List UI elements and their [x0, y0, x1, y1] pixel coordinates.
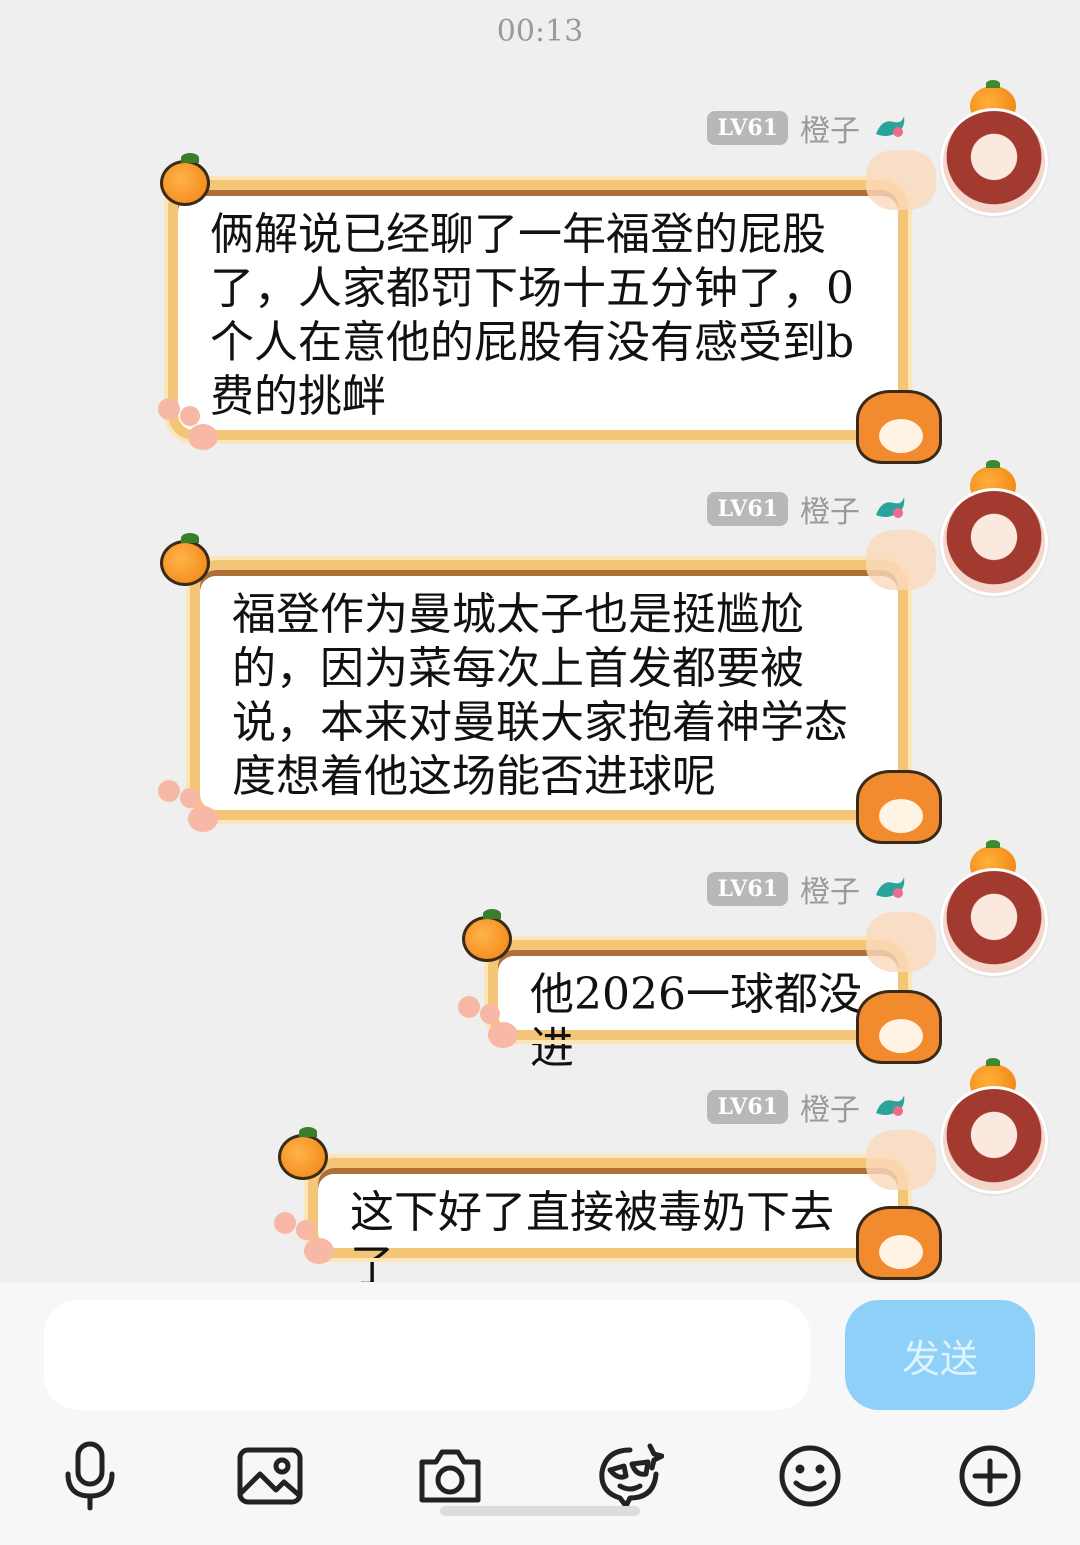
- mic-icon[interactable]: [54, 1440, 126, 1512]
- fox-sticker-icon: [856, 770, 942, 844]
- sender-name[interactable]: 橙子: [800, 487, 860, 531]
- fox-sticker-icon: [856, 390, 942, 464]
- message-bubble[interactable]: 俩解说已经聊了一年福登的屁股 了，人家都罚下场十五分钟了，0 个人在意他的屁股有…: [164, 176, 912, 444]
- send-button[interactable]: 发送: [845, 1300, 1035, 1410]
- orange-sticker-icon: [278, 1127, 328, 1180]
- paw-icon: [158, 398, 222, 452]
- message-text: 俩解说已经聊了一年福登的屁股 了，人家都罚下场十五分钟了，0 个人在意他的屁股有…: [210, 209, 855, 422]
- paw-icon: [274, 1212, 338, 1266]
- message-bubble[interactable]: 福登作为曼城太子也是挺尴尬 的，因为菜每次上首发都要被 说，本来对曼联大家抱着神…: [186, 556, 912, 824]
- sender-meta: LV61 橙子: [707, 867, 908, 911]
- sender-name[interactable]: 橙子: [800, 106, 860, 150]
- emoji-icon[interactable]: [774, 1440, 846, 1512]
- dragon-badge-icon: [876, 877, 905, 898]
- orange-sticker-icon: [160, 153, 210, 206]
- level-badge: LV61: [707, 1090, 788, 1124]
- fox-sticker-icon: [856, 1206, 942, 1280]
- sender-name[interactable]: 橙子: [800, 867, 860, 911]
- composer-bar: 发送: [0, 1282, 1080, 1545]
- message-text: 福登作为曼城太子也是挺尴尬 的，因为菜每次上首发都要被 说，本来对曼联大家抱着神…: [232, 589, 848, 802]
- message-text: 他2026一球都没进: [530, 969, 862, 1074]
- sender-meta: LV61 橙子: [707, 487, 908, 531]
- avatar[interactable]: [940, 108, 1048, 216]
- timestamp: 00:13: [496, 14, 584, 49]
- plus-icon[interactable]: [954, 1440, 1026, 1512]
- sender-meta: LV61 橙子: [707, 1085, 908, 1129]
- avatar[interactable]: [940, 868, 1048, 976]
- sticker-icon[interactable]: [594, 1440, 666, 1512]
- level-badge: LV61: [707, 492, 788, 526]
- dragon-badge-icon: [876, 1095, 905, 1116]
- message-bubble[interactable]: 他2026一球都没进: [484, 936, 912, 1074]
- fox-ghost-icon: [866, 150, 936, 210]
- sender-name[interactable]: 橙子: [800, 1085, 860, 1129]
- message-bubble[interactable]: 这下好了直接被毒奶下去了: [304, 1154, 912, 1292]
- fox-ghost-icon: [866, 530, 936, 590]
- sender-meta: LV61 橙子: [707, 106, 908, 150]
- dragon-badge-icon: [876, 497, 905, 518]
- orange-sticker-icon: [462, 909, 512, 962]
- orange-sticker-icon: [160, 533, 210, 586]
- dragon-badge-icon: [876, 116, 905, 137]
- home-indicator[interactable]: [440, 1506, 640, 1516]
- paw-icon: [158, 780, 222, 834]
- fox-ghost-icon: [866, 1130, 936, 1190]
- message-input[interactable]: [44, 1300, 810, 1410]
- avatar[interactable]: [940, 1086, 1048, 1194]
- level-badge: LV61: [707, 111, 788, 145]
- fox-sticker-icon: [856, 990, 942, 1064]
- avatar[interactable]: [940, 488, 1048, 596]
- image-icon[interactable]: [234, 1440, 306, 1512]
- camera-icon[interactable]: [414, 1440, 486, 1512]
- paw-icon: [458, 996, 522, 1050]
- level-badge: LV61: [707, 872, 788, 906]
- fox-ghost-icon: [866, 912, 936, 972]
